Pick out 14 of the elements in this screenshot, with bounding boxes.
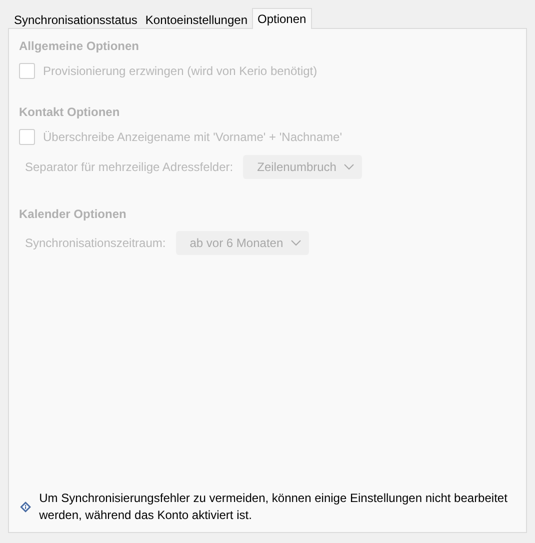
tab[interactable]: Synchronisationsstatus bbox=[10, 10, 142, 28]
checkbox-label: Provisionierung erzwingen (wird von Kerio benötigt) bbox=[43, 64, 318, 78]
checkbox-label: Überschreibe Anzeigename mit 'Vorname' + 'Nachname' bbox=[43, 130, 342, 144]
tab[interactable]: Kontoeinstellungen bbox=[141, 10, 252, 28]
tab[interactable]: Optionen bbox=[252, 8, 312, 29]
section-title: Allgemeine Optionen bbox=[19, 39, 140, 53]
chevron-down-icon bbox=[291, 240, 302, 246]
info-icon bbox=[20, 499, 32, 515]
section-title: Kontakt Optionen bbox=[19, 105, 121, 119]
section-title: Kalender Optionen bbox=[19, 207, 128, 221]
dropdown-label: Separator für mehrzeilige Adressfelder: bbox=[25, 160, 234, 174]
dropdown-label: Synchronisationszeitraum: bbox=[25, 236, 166, 250]
chevron-down-icon bbox=[344, 164, 354, 170]
notice-text: Um Synchronisierungsfehler zu vermeiden, können einige Einstellungen nicht bearbeitet werden, während das Konto aktiviert ist. bbox=[39, 490, 508, 524]
